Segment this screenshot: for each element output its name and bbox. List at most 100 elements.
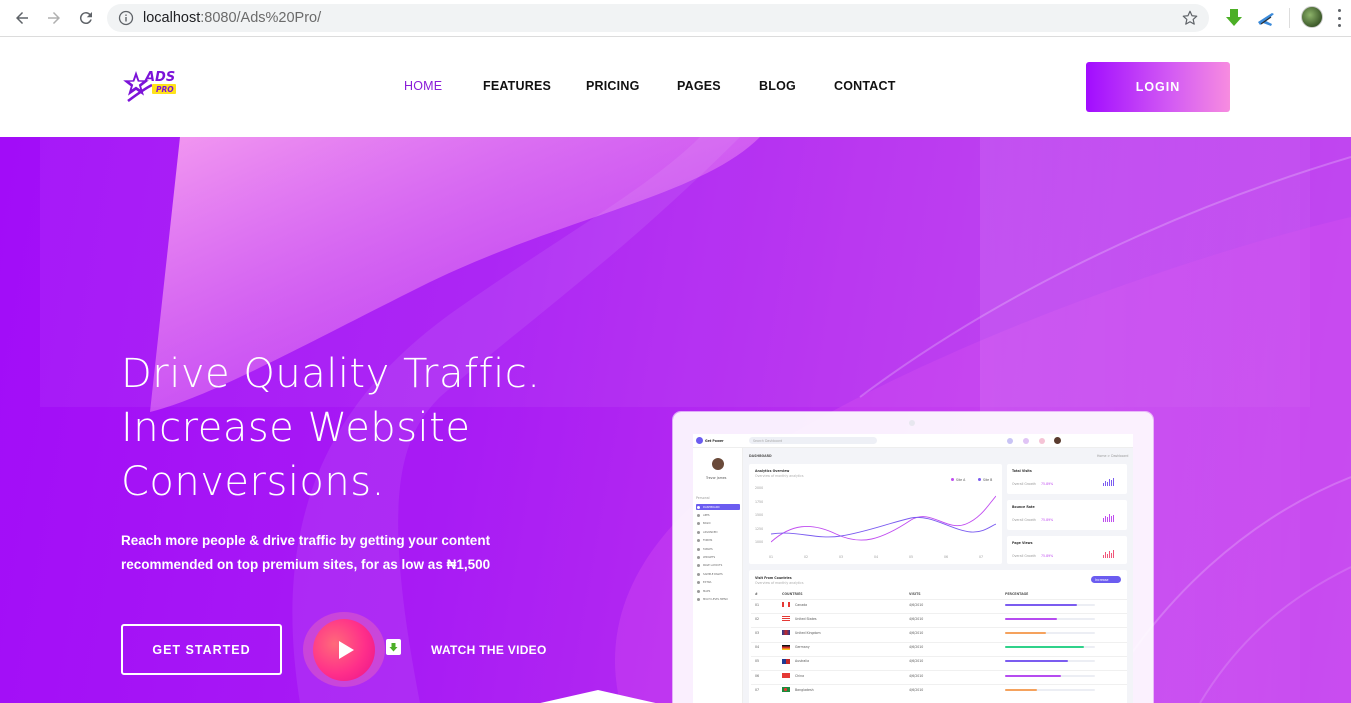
table-row-divider bbox=[751, 599, 1127, 600]
mockup-menu-label: MAPS bbox=[703, 589, 711, 593]
mockup-menu-label: APPS bbox=[703, 513, 710, 517]
country-flag-icon bbox=[782, 602, 790, 607]
mockup-topbar: Get Power Search Dashboard bbox=[693, 434, 1133, 448]
play-video-button[interactable] bbox=[313, 619, 375, 681]
stat-growth-value: 75.89% bbox=[1041, 482, 1054, 486]
table-row-divider bbox=[751, 655, 1127, 657]
row-country: United Kingdom bbox=[795, 630, 821, 635]
mockup-menu-item: BASIC bbox=[696, 521, 740, 527]
col-header-countries: COUNTRIES bbox=[782, 592, 803, 596]
hero-title: Drive Quality Traffic. Increase Website … bbox=[121, 347, 581, 509]
mockup-menu-item: DASHBOARD bbox=[696, 504, 740, 510]
mockup-sidebar: Trevor James Personal DASHBOARD APPS BASIC… bbox=[693, 448, 743, 703]
mockup-brand: Get Power bbox=[705, 439, 724, 443]
mockup-menu-item: APPS bbox=[696, 512, 740, 518]
nav-features-link[interactable]: FEATURES bbox=[483, 79, 551, 93]
row-visits: 4/6/2010 bbox=[909, 687, 924, 692]
mockup-menu-icon bbox=[697, 547, 700, 551]
col-header-percentage: PERCENTAGE bbox=[1005, 592, 1029, 596]
x-tick-label: 04 bbox=[874, 555, 879, 559]
y-tick-label: 1000 bbox=[755, 540, 764, 544]
browser-menu-icon[interactable] bbox=[1336, 9, 1342, 27]
stat-title: Bounce Rate bbox=[1012, 505, 1035, 509]
row-country: China bbox=[795, 673, 805, 678]
mockup-logo-icon bbox=[696, 437, 703, 444]
mockup-menu-label: MULTI LEVEL MENU bbox=[703, 597, 728, 601]
mockup-search-placeholder: Search Dashboard bbox=[753, 439, 783, 443]
plane-extension-icon[interactable] bbox=[1255, 7, 1277, 29]
mockup-menu-icon bbox=[697, 572, 700, 576]
row-country: Bangladesh bbox=[795, 687, 814, 692]
row-visits: 4/6/2010 bbox=[909, 645, 924, 650]
mockup-menu-icon bbox=[697, 505, 700, 509]
mockup-menu-icon bbox=[697, 530, 700, 534]
mockup-menu-icon bbox=[697, 589, 700, 593]
download-badge-icon[interactable] bbox=[386, 639, 401, 655]
nav-pages-link[interactable]: PAGES bbox=[677, 79, 721, 93]
analytics-line-chart bbox=[771, 495, 996, 543]
mockup-user-name: Trevor James bbox=[706, 476, 727, 480]
countries-button-label: Increase bbox=[1095, 578, 1109, 582]
stat-growth-value: 75.89% bbox=[1041, 518, 1054, 522]
mockup-menu-icon bbox=[697, 522, 700, 526]
info-icon[interactable] bbox=[118, 10, 134, 26]
mockup-menu-label: TABLES bbox=[703, 547, 713, 551]
mockup-menu-label: ADVANCED bbox=[703, 530, 718, 534]
stat-title: Page Views bbox=[1012, 541, 1033, 545]
mockup-menu-label: FORMS bbox=[703, 539, 713, 543]
site-header: ADS PRO HOME FEATURES PRICING PAGES BLOG… bbox=[0, 37, 1351, 137]
bookmark-star-icon[interactable] bbox=[1181, 9, 1199, 27]
legend-site-a: Site A bbox=[956, 478, 966, 482]
stat-minibars bbox=[1103, 514, 1114, 522]
play-icon bbox=[338, 641, 354, 659]
x-tick-label: 05 bbox=[909, 555, 914, 559]
mockup-breadcrumb-path: Home > Dashboard bbox=[1097, 454, 1129, 458]
stat-card-visits: Total Visits Overall Growth 75.89% bbox=[1007, 464, 1127, 494]
table-row-divider bbox=[751, 627, 1127, 629]
row-visits: 4/6/2010 bbox=[909, 630, 924, 635]
mockup-menu-item: WIDGETS bbox=[696, 554, 740, 560]
hero-title-line: Increase Website bbox=[121, 405, 471, 451]
mockup-screen: Get Power Search Dashboard Trevor James … bbox=[693, 434, 1133, 703]
hero-title-line: Drive Quality Traffic. bbox=[121, 351, 541, 397]
stat-minibars bbox=[1103, 478, 1114, 486]
y-tick-label: 1500 bbox=[755, 513, 764, 517]
row-number: 05 bbox=[755, 659, 760, 664]
table-row-divider bbox=[751, 684, 1127, 686]
stat-minibars bbox=[1103, 550, 1114, 558]
country-flag-icon bbox=[782, 644, 790, 650]
nav-contact-link[interactable]: CONTACT bbox=[834, 79, 896, 93]
back-arrow-icon[interactable] bbox=[10, 6, 34, 30]
country-flag-icon bbox=[782, 616, 790, 622]
nav-pricing-link[interactable]: PRICING bbox=[586, 79, 640, 93]
mockup-menu-icon bbox=[697, 513, 700, 517]
address-bar[interactable]: localhost:8080/Ads%20Pro/ bbox=[107, 4, 1209, 32]
login-button[interactable]: LOGIN bbox=[1086, 62, 1230, 112]
get-started-button[interactable]: GET STARTED bbox=[121, 624, 282, 675]
analytics-title: Analytics Overview bbox=[755, 469, 790, 473]
series-site-b bbox=[771, 516, 996, 538]
nav-blog-link[interactable]: BLOG bbox=[759, 79, 796, 93]
toolbar-divider bbox=[1289, 8, 1290, 28]
forward-arrow-icon[interactable] bbox=[42, 6, 66, 30]
legend-dot-b bbox=[978, 478, 981, 481]
watch-video-link[interactable]: WATCH THE VIDEO bbox=[431, 643, 547, 657]
mockup-menu-icon bbox=[697, 564, 700, 568]
hero-subtitle: Reach more people & drive traffic by get… bbox=[121, 533, 491, 572]
mockup-menu-icon bbox=[697, 597, 700, 601]
download-extension-icon[interactable] bbox=[1223, 7, 1245, 29]
row-country: Germany bbox=[795, 645, 810, 650]
row-number: 06 bbox=[755, 673, 760, 678]
reload-icon[interactable] bbox=[74, 6, 98, 30]
nav-home-link[interactable]: HOME bbox=[404, 79, 442, 93]
stat-growth-label: Overall Growth bbox=[1012, 482, 1036, 486]
x-tick-label: 02 bbox=[804, 555, 809, 559]
row-country: Australia bbox=[795, 659, 810, 664]
profile-avatar[interactable] bbox=[1301, 6, 1323, 28]
mockup-menu-item: MAPS bbox=[696, 588, 740, 594]
analytics-subtitle: Overview of monthly analytics bbox=[755, 474, 804, 478]
mockup-section-label: Personal bbox=[696, 496, 710, 500]
row-visits: 4/6/2010 bbox=[909, 602, 924, 607]
mockup-menu-item: SAMPLE PAGES bbox=[696, 571, 740, 577]
mockup-notify-icon bbox=[1007, 438, 1013, 444]
